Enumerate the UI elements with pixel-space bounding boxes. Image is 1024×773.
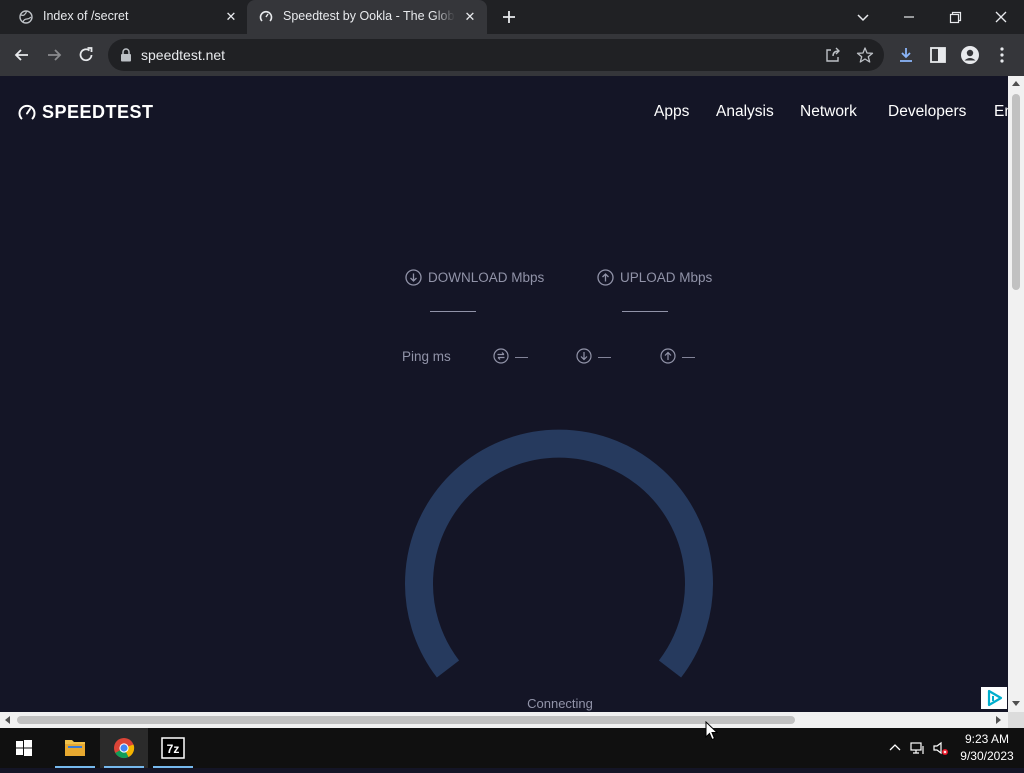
taskbar-chrome[interactable] [100,728,148,768]
jitter-icon [493,348,509,364]
ping-upload-readout: — [660,348,695,364]
vertical-scroll-thumb[interactable] [1012,94,1020,290]
nav-developers[interactable]: Developers [888,103,966,121]
scroll-right-arrow-icon[interactable] [996,716,1001,724]
chrome-icon [114,738,135,759]
logo-text: SPEEDTEST [42,102,154,122]
windows-taskbar: 7z 9:23 AM 9/30/2023 [0,728,1024,768]
clock-time: 9:23 AM [964,732,1010,746]
restore-icon[interactable] [943,5,967,29]
speed-gauge-ring [405,429,713,678]
system-clock[interactable]: 9:23 AM 9/30/2023 [956,731,1018,765]
windows-logo-icon [16,740,32,756]
volume-muted-icon[interactable] [932,740,948,756]
mouse-cursor-icon [705,721,719,741]
back-icon[interactable] [12,45,32,65]
browser-tab-strip: Index of /secret ✕ Speedtest by Ookla - … [0,0,1024,34]
folder-icon [65,740,85,756]
ping-label: Ping ms [402,349,451,364]
network-icon[interactable] [910,740,926,756]
speedtest-page: SPEEDTEST Apps Analysis Network Develope… [0,76,1008,712]
upload-icon [597,269,614,286]
scroll-down-arrow-icon[interactable] [1012,701,1020,706]
ping-download-value: — [598,348,611,364]
show-hidden-icons-chevron-icon[interactable] [887,740,903,756]
scrollbar-corner [1008,712,1024,728]
tab-close-icon[interactable]: ✕ [462,9,478,25]
share-icon[interactable] [824,46,842,64]
browser-toolbar: speedtest.net [0,34,1024,76]
scroll-left-arrow-icon[interactable] [5,716,10,724]
bookmark-star-icon[interactable] [856,46,874,64]
forward-icon[interactable] [44,45,64,65]
speedtest-favicon-icon [259,10,273,22]
close-window-icon[interactable] [989,5,1013,29]
nav-enterprise[interactable]: Enterprise [994,103,1008,121]
speedtest-logo-icon [18,104,36,120]
tab-title: Index of /secret [43,9,129,23]
download-icon [405,269,422,286]
address-bar[interactable]: speedtest.net [108,39,884,71]
tab-speedtest[interactable]: Speedtest by Ookla - The Global Broadban… [247,0,487,34]
connecting-status: Connecting [527,696,593,711]
download-label: DOWNLOAD Mbps [428,270,545,285]
tab-index-of-secret[interactable]: Index of /secret ✕ [0,0,247,34]
7zip-icon: 7z [161,737,185,759]
taskbar-7zip[interactable]: 7z [149,728,197,768]
new-tab-icon[interactable] [500,8,518,26]
lock-icon[interactable] [120,48,132,62]
taskbar-file-explorer[interactable] [51,728,99,768]
upload-icon [660,348,676,364]
svg-text:7z: 7z [167,742,180,756]
profile-avatar-icon[interactable] [960,45,980,65]
nav-apps[interactable]: Apps [654,103,689,121]
speedtest-logo[interactable]: SPEEDTEST [18,102,154,123]
reload-icon[interactable] [76,45,96,65]
start-button[interactable] [0,728,48,768]
vertical-scrollbar[interactable] [1008,76,1024,712]
adchoices-icon[interactable] [981,687,1007,709]
horizontal-scrollbar[interactable] [0,712,1008,728]
scroll-up-arrow-icon[interactable] [1012,81,1020,86]
horizontal-scroll-thumb[interactable] [17,716,795,724]
download-icon [576,348,592,364]
url-text[interactable]: speedtest.net [141,47,225,63]
ping-download-readout: — [576,348,611,364]
jitter-value: — [515,348,528,364]
ping-upload-value: — [682,348,695,364]
downloads-icon[interactable] [896,45,916,65]
nav-network[interactable]: Network [800,103,857,121]
minimize-icon[interactable] [897,5,921,29]
globe-icon [19,10,33,24]
nav-analysis[interactable]: Analysis [716,103,774,121]
side-panel-icon[interactable] [928,45,948,65]
jitter-readout: — [493,348,528,364]
upload-label: UPLOAD Mbps [620,270,713,285]
tab-search-chevron-icon[interactable] [851,5,875,29]
tab-close-icon[interactable]: ✕ [223,9,239,25]
download-metric-header: DOWNLOAD Mbps [405,269,544,286]
upload-metric-header: UPLOAD Mbps [597,269,712,286]
clock-date: 9/30/2023 [960,749,1014,763]
upload-value-placeholder [622,311,668,312]
tab-title: Speedtest by Ookla - The Global Broadban… [283,9,455,23]
download-value-placeholder [430,311,476,312]
browser-menu-icon[interactable] [992,45,1012,65]
